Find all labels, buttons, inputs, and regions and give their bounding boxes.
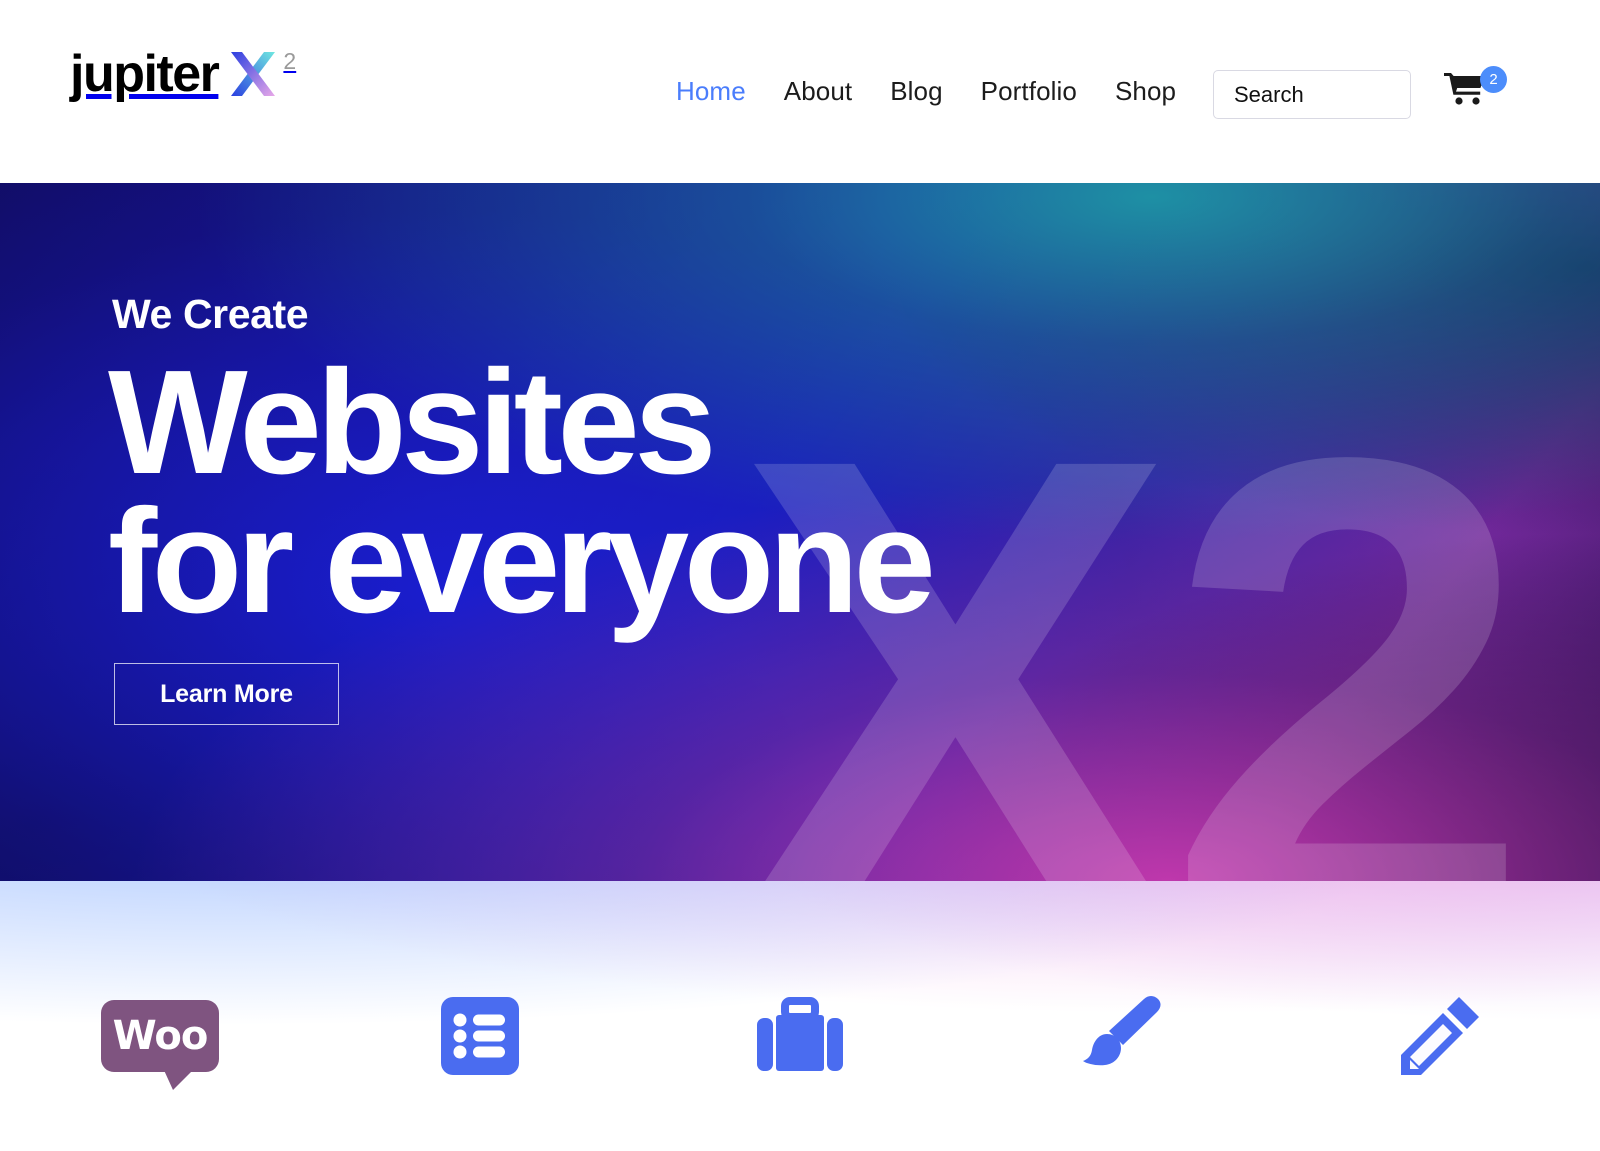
paintbrush-icon bbox=[1083, 996, 1161, 1066]
features-strip: Woo bbox=[0, 881, 1600, 1151]
hero-banner: X2 We Create Websites for everyone Learn… bbox=[0, 183, 1600, 881]
list-icon bbox=[441, 997, 519, 1075]
woocommerce-logo-label: Woo bbox=[112, 1013, 209, 1059]
main-navigation: Home About Blog Portfolio Shop bbox=[676, 76, 1176, 107]
site-logo[interactable]: jupiter 2 bbox=[70, 48, 296, 100]
briefcase-icon bbox=[757, 997, 843, 1071]
hero-title: Websites for everyone bbox=[108, 340, 936, 645]
nav-item-portfolio[interactable]: Portfolio bbox=[981, 76, 1077, 107]
woocommerce-logo-icon: Woo bbox=[101, 1000, 219, 1090]
feature-woocommerce[interactable]: Woo bbox=[0, 881, 320, 1151]
hero-title-line-2: for everyone bbox=[108, 479, 936, 645]
site-header: jupiter 2 Home About Blog Portfolio Shop… bbox=[0, 0, 1600, 183]
learn-more-button[interactable]: Learn More bbox=[114, 663, 339, 725]
feature-portfolio[interactable] bbox=[640, 881, 960, 1151]
nav-item-blog[interactable]: Blog bbox=[890, 76, 942, 107]
logo-wordmark: jupiter bbox=[70, 45, 220, 103]
feature-design[interactable] bbox=[960, 881, 1280, 1151]
search-input[interactable] bbox=[1234, 81, 1410, 108]
nav-item-about[interactable]: About bbox=[784, 76, 852, 107]
features-row: Woo bbox=[0, 881, 1600, 1151]
hero-eyebrow: We Create bbox=[112, 291, 309, 337]
hero-title-line-1: Websites bbox=[108, 340, 717, 505]
cart-button[interactable]: 2 bbox=[1443, 66, 1507, 118]
search-box[interactable] bbox=[1213, 70, 1411, 119]
logo-x-icon bbox=[230, 50, 276, 98]
feature-list[interactable] bbox=[320, 881, 640, 1151]
nav-item-home[interactable]: Home bbox=[676, 76, 746, 107]
cart-count-badge: 2 bbox=[1480, 66, 1507, 93]
pencil-icon bbox=[1401, 997, 1479, 1075]
logo-superscript: 2 bbox=[283, 48, 297, 74]
nav-item-shop[interactable]: Shop bbox=[1115, 76, 1176, 107]
feature-edit[interactable] bbox=[1280, 881, 1600, 1151]
